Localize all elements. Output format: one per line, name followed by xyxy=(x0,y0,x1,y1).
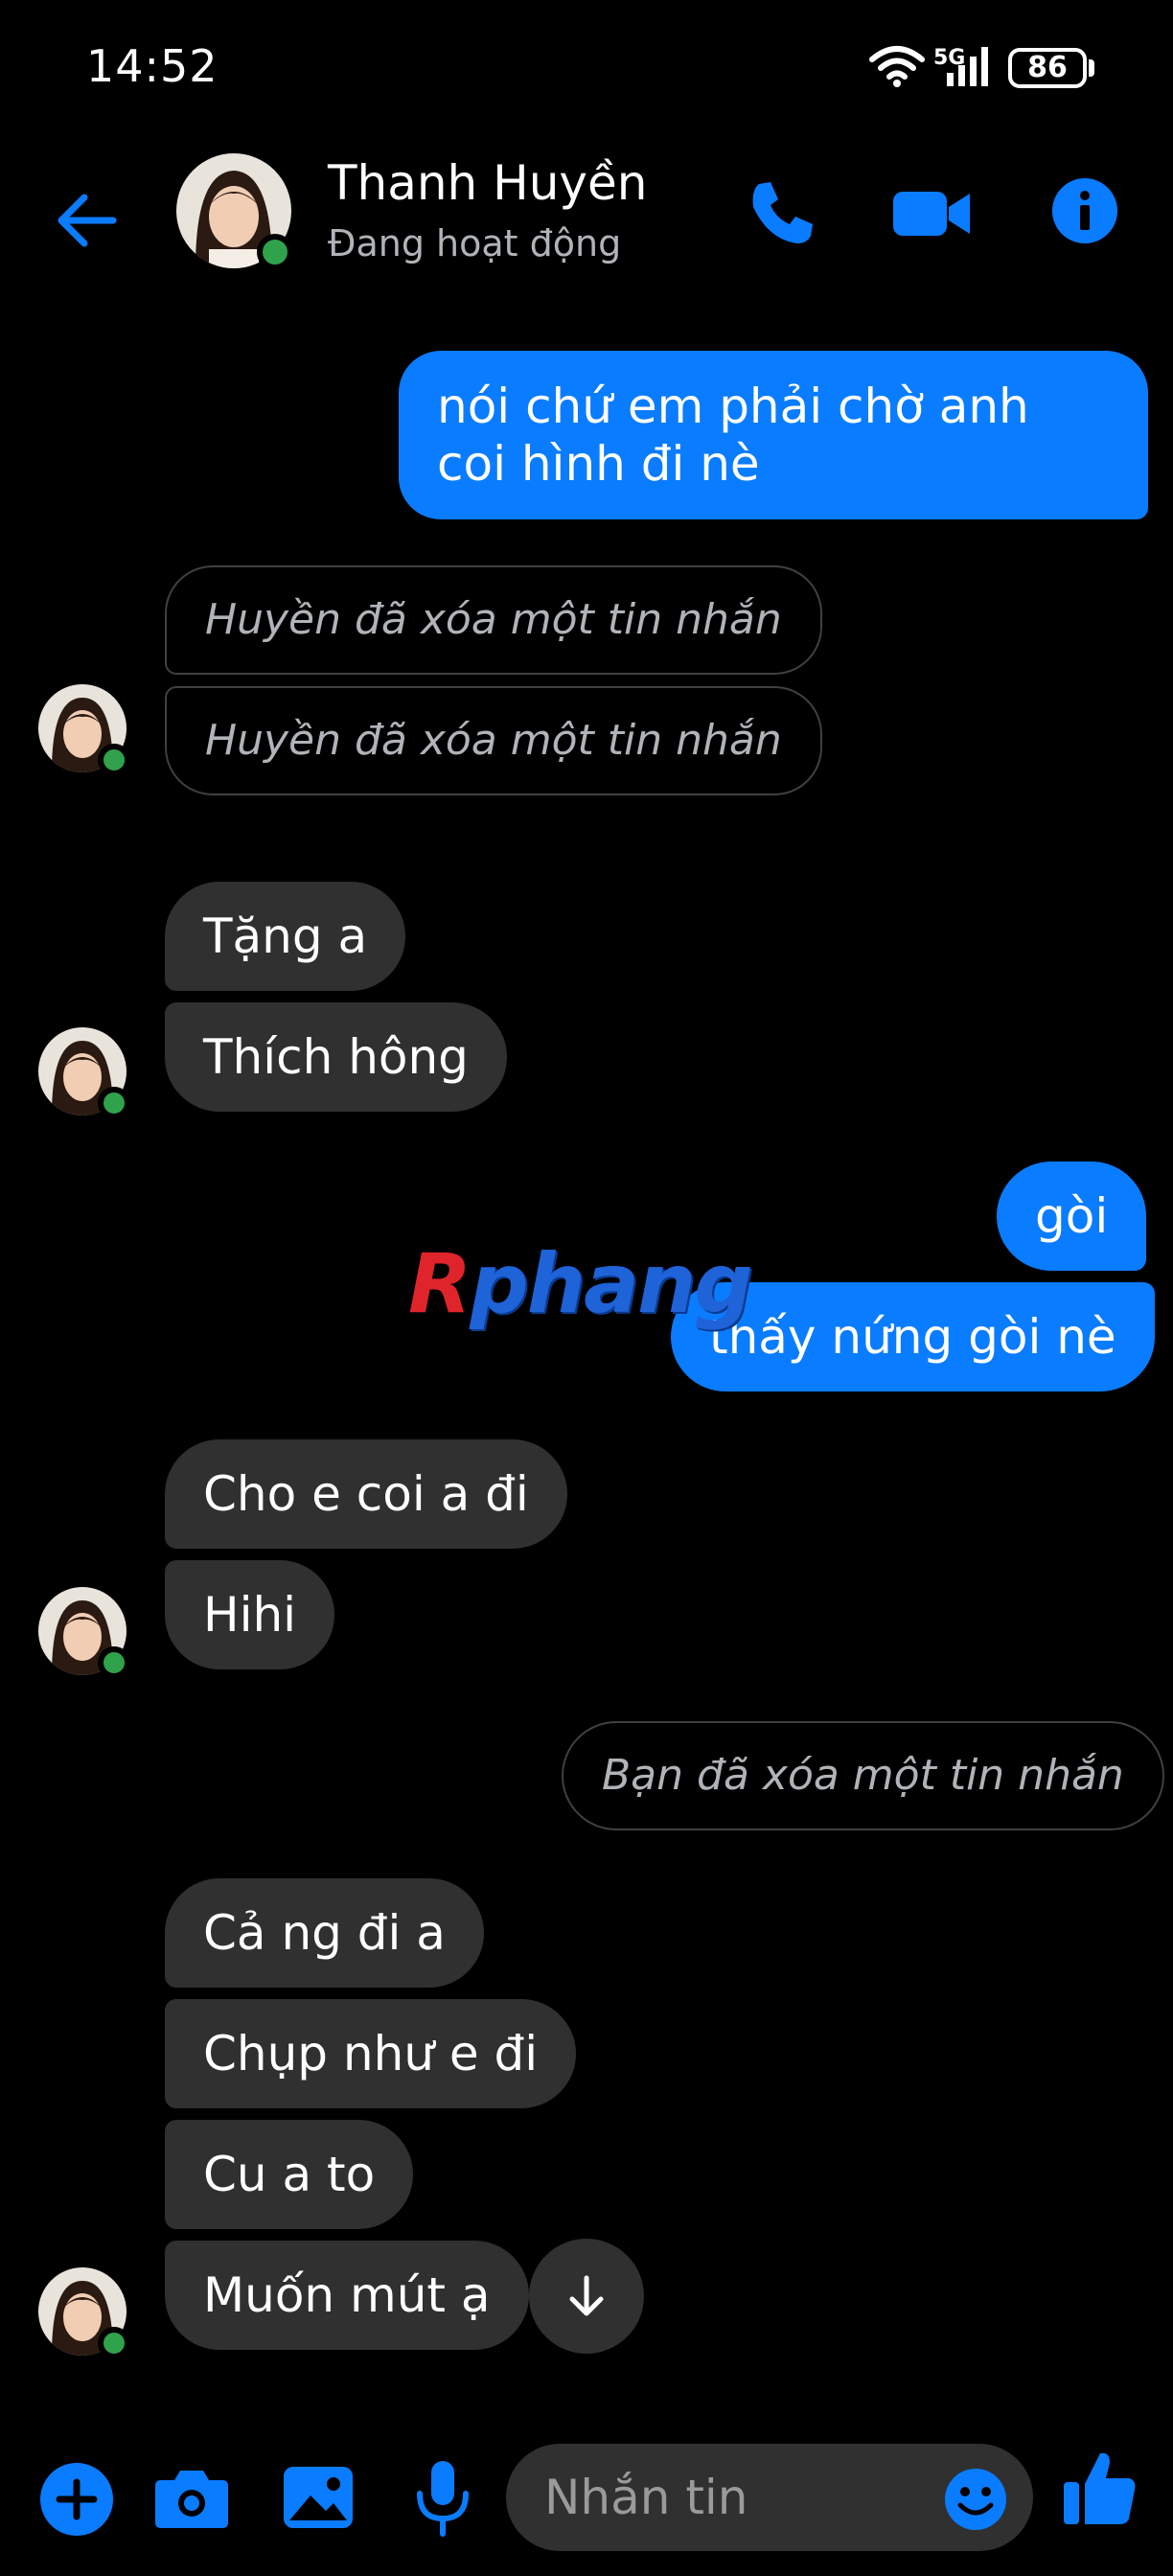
conversation-header: Thanh Huyền Đang hoạt động xyxy=(0,134,1173,288)
info-icon[interactable] xyxy=(1050,176,1119,245)
watermark-logo: Rphang xyxy=(408,1236,753,1332)
contact-name[interactable]: Thanh Huyền xyxy=(328,155,647,211)
message-thread[interactable]: nói chứ em phải chờ anh coi hình đi nè H… xyxy=(0,288,1173,2396)
message-outgoing[interactable]: gòi xyxy=(997,1162,1147,1271)
online-indicator xyxy=(98,1087,130,1119)
image-icon[interactable] xyxy=(280,2459,356,2536)
scroll-to-bottom-button[interactable] xyxy=(529,2239,644,2354)
message-outgoing[interactable]: nói chứ em phải chờ anh coi hình đi nè xyxy=(399,351,1148,519)
camera-icon[interactable] xyxy=(151,2459,232,2536)
message-incoming[interactable]: Thích hông xyxy=(165,1002,507,1112)
battery-tip xyxy=(1089,59,1094,77)
message-deleted[interactable]: Huyền đã xóa một tin nhắn xyxy=(165,686,822,795)
online-indicator xyxy=(98,744,130,776)
clock: 14:52 xyxy=(86,40,218,92)
watermark-letter: R xyxy=(408,1236,472,1332)
plus-circle-icon[interactable] xyxy=(34,2457,119,2542)
arrow-left-icon[interactable] xyxy=(50,182,126,259)
message-incoming[interactable]: Hihi xyxy=(165,1560,335,1669)
arrow-down-icon xyxy=(569,2275,604,2316)
emoji-icon[interactable] xyxy=(943,2467,1008,2532)
message-incoming[interactable]: Tặng a xyxy=(165,882,406,991)
online-indicator xyxy=(98,1646,130,1679)
status-bar: 14:52 5G 86 xyxy=(0,0,1173,134)
message-composer xyxy=(0,2396,1173,2576)
wifi-icon xyxy=(869,46,925,87)
contact-active-status: Đang hoạt động xyxy=(328,222,622,264)
online-indicator xyxy=(98,2327,130,2359)
message-incoming[interactable]: Muốn mút ạ xyxy=(165,2241,529,2350)
message-incoming[interactable]: Cả ng đi a xyxy=(165,1878,484,1988)
message-deleted[interactable]: Huyền đã xóa một tin nhắn xyxy=(165,565,822,675)
signal-icon xyxy=(947,47,988,86)
video-camera-icon[interactable] xyxy=(891,180,972,247)
microphone-icon[interactable] xyxy=(402,2455,483,2540)
battery-indicator: 86 xyxy=(1008,48,1087,88)
message-deleted[interactable]: Bạn đã xóa một tin nhắn xyxy=(562,1721,1164,1830)
online-indicator xyxy=(257,234,293,270)
message-incoming[interactable]: Chụp như e đi xyxy=(165,1999,577,2108)
thumbs-up-icon[interactable] xyxy=(1062,2448,1138,2528)
watermark-text: phang xyxy=(470,1236,753,1332)
message-incoming[interactable]: Cho e coi a đi xyxy=(165,1439,567,1549)
message-incoming[interactable]: Cu a to xyxy=(165,2120,414,2229)
phone-icon[interactable] xyxy=(746,176,818,249)
